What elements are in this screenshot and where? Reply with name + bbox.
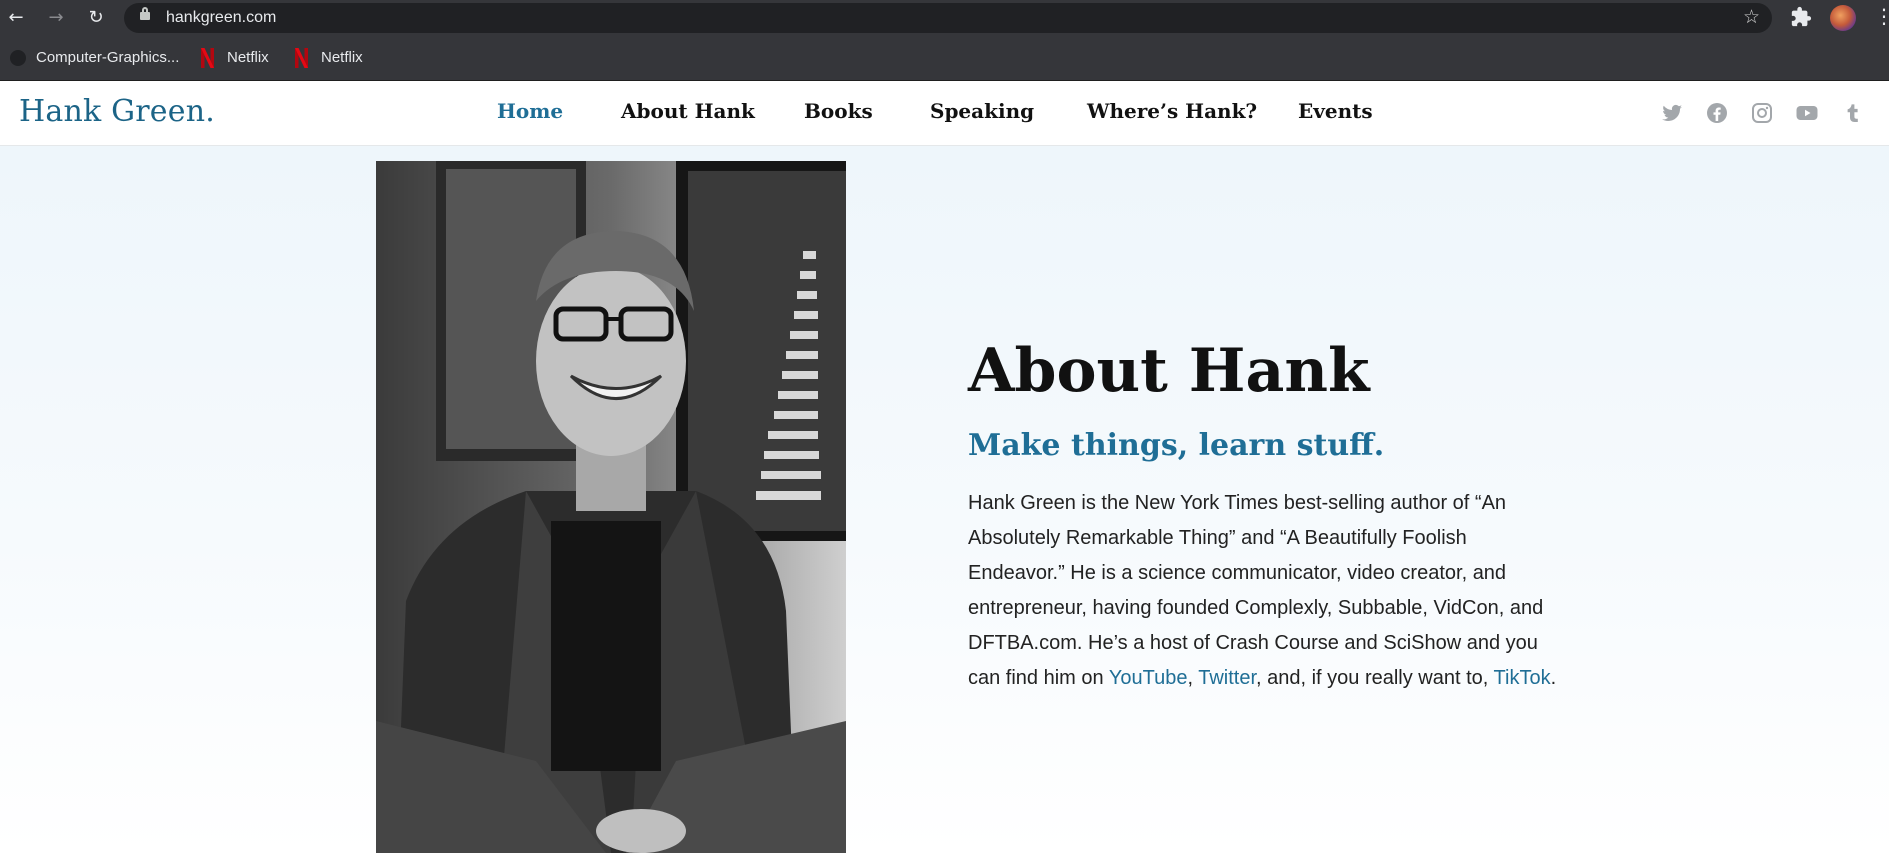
site-logo[interactable]: Hank Green. [19, 94, 215, 129]
forward-icon[interactable]: → [44, 6, 68, 30]
facebook-icon[interactable] [1705, 101, 1729, 125]
portrait-photo [376, 161, 846, 853]
youtube-link[interactable]: YouTube [1109, 667, 1188, 689]
about-hero: About Hank Make things, learn stuff. Han… [0, 146, 1889, 853]
url-text: hankgreen.com [166, 9, 277, 26]
nav-speaking[interactable]: Speaking [930, 99, 1034, 123]
github-icon [10, 50, 26, 66]
bio-text: Hank Green is the New York Times best-se… [968, 492, 1544, 689]
bookmark-computer-graphics[interactable]: Computer-Graphics... [36, 48, 179, 68]
nav-books[interactable]: Books [804, 99, 873, 123]
tumblr-icon[interactable] [1840, 101, 1864, 125]
nav-wheres-hank[interactable]: Where’s Hank? [1087, 99, 1257, 123]
bookmark-netflix-2[interactable]: Netflix [321, 48, 363, 68]
tiktok-link[interactable]: TikTok [1494, 667, 1551, 689]
lock-icon [140, 7, 150, 20]
back-icon[interactable]: ← [4, 6, 28, 30]
address-bar[interactable]: hankgreen.com ☆ [124, 3, 1772, 33]
youtube-icon[interactable] [1795, 101, 1819, 125]
bookmark-star-icon[interactable]: ☆ [1743, 6, 1760, 28]
extensions-puzzle-icon[interactable] [1790, 6, 1812, 28]
profile-avatar[interactable] [1830, 5, 1856, 31]
bio-separator: , [1187, 667, 1199, 689]
bookmarks-bar: Computer-Graphics... Netflix Netflix [0, 36, 1889, 81]
instagram-icon[interactable] [1750, 101, 1774, 125]
twitter-link[interactable]: Twitter [1198, 667, 1256, 689]
twitter-icon[interactable] [1660, 101, 1684, 125]
tagline: Make things, learn stuff. [968, 428, 1385, 463]
browser-menu-icon[interactable]: ⋮ [1874, 4, 1889, 28]
bio-end: . [1550, 667, 1557, 689]
page-title: About Hank [968, 336, 1370, 406]
nav-about-hank[interactable]: About Hank [621, 99, 755, 123]
reload-icon[interactable]: ↻ [84, 6, 108, 30]
bio-paragraph: Hank Green is the New York Times best-se… [968, 486, 1568, 696]
nav-events[interactable]: Events [1298, 99, 1373, 123]
netflix-icon [201, 48, 214, 68]
netflix-icon [295, 48, 308, 68]
nav-home[interactable]: Home [497, 99, 563, 123]
site-header: Hank Green. Home About Hank Books Speaki… [0, 81, 1889, 146]
bookmark-netflix-1[interactable]: Netflix [227, 48, 269, 68]
browser-toolbar: ← → ↻ hankgreen.com ☆ ⋮ [0, 0, 1889, 36]
bio-separator: , and, if you really want to, [1256, 667, 1494, 689]
